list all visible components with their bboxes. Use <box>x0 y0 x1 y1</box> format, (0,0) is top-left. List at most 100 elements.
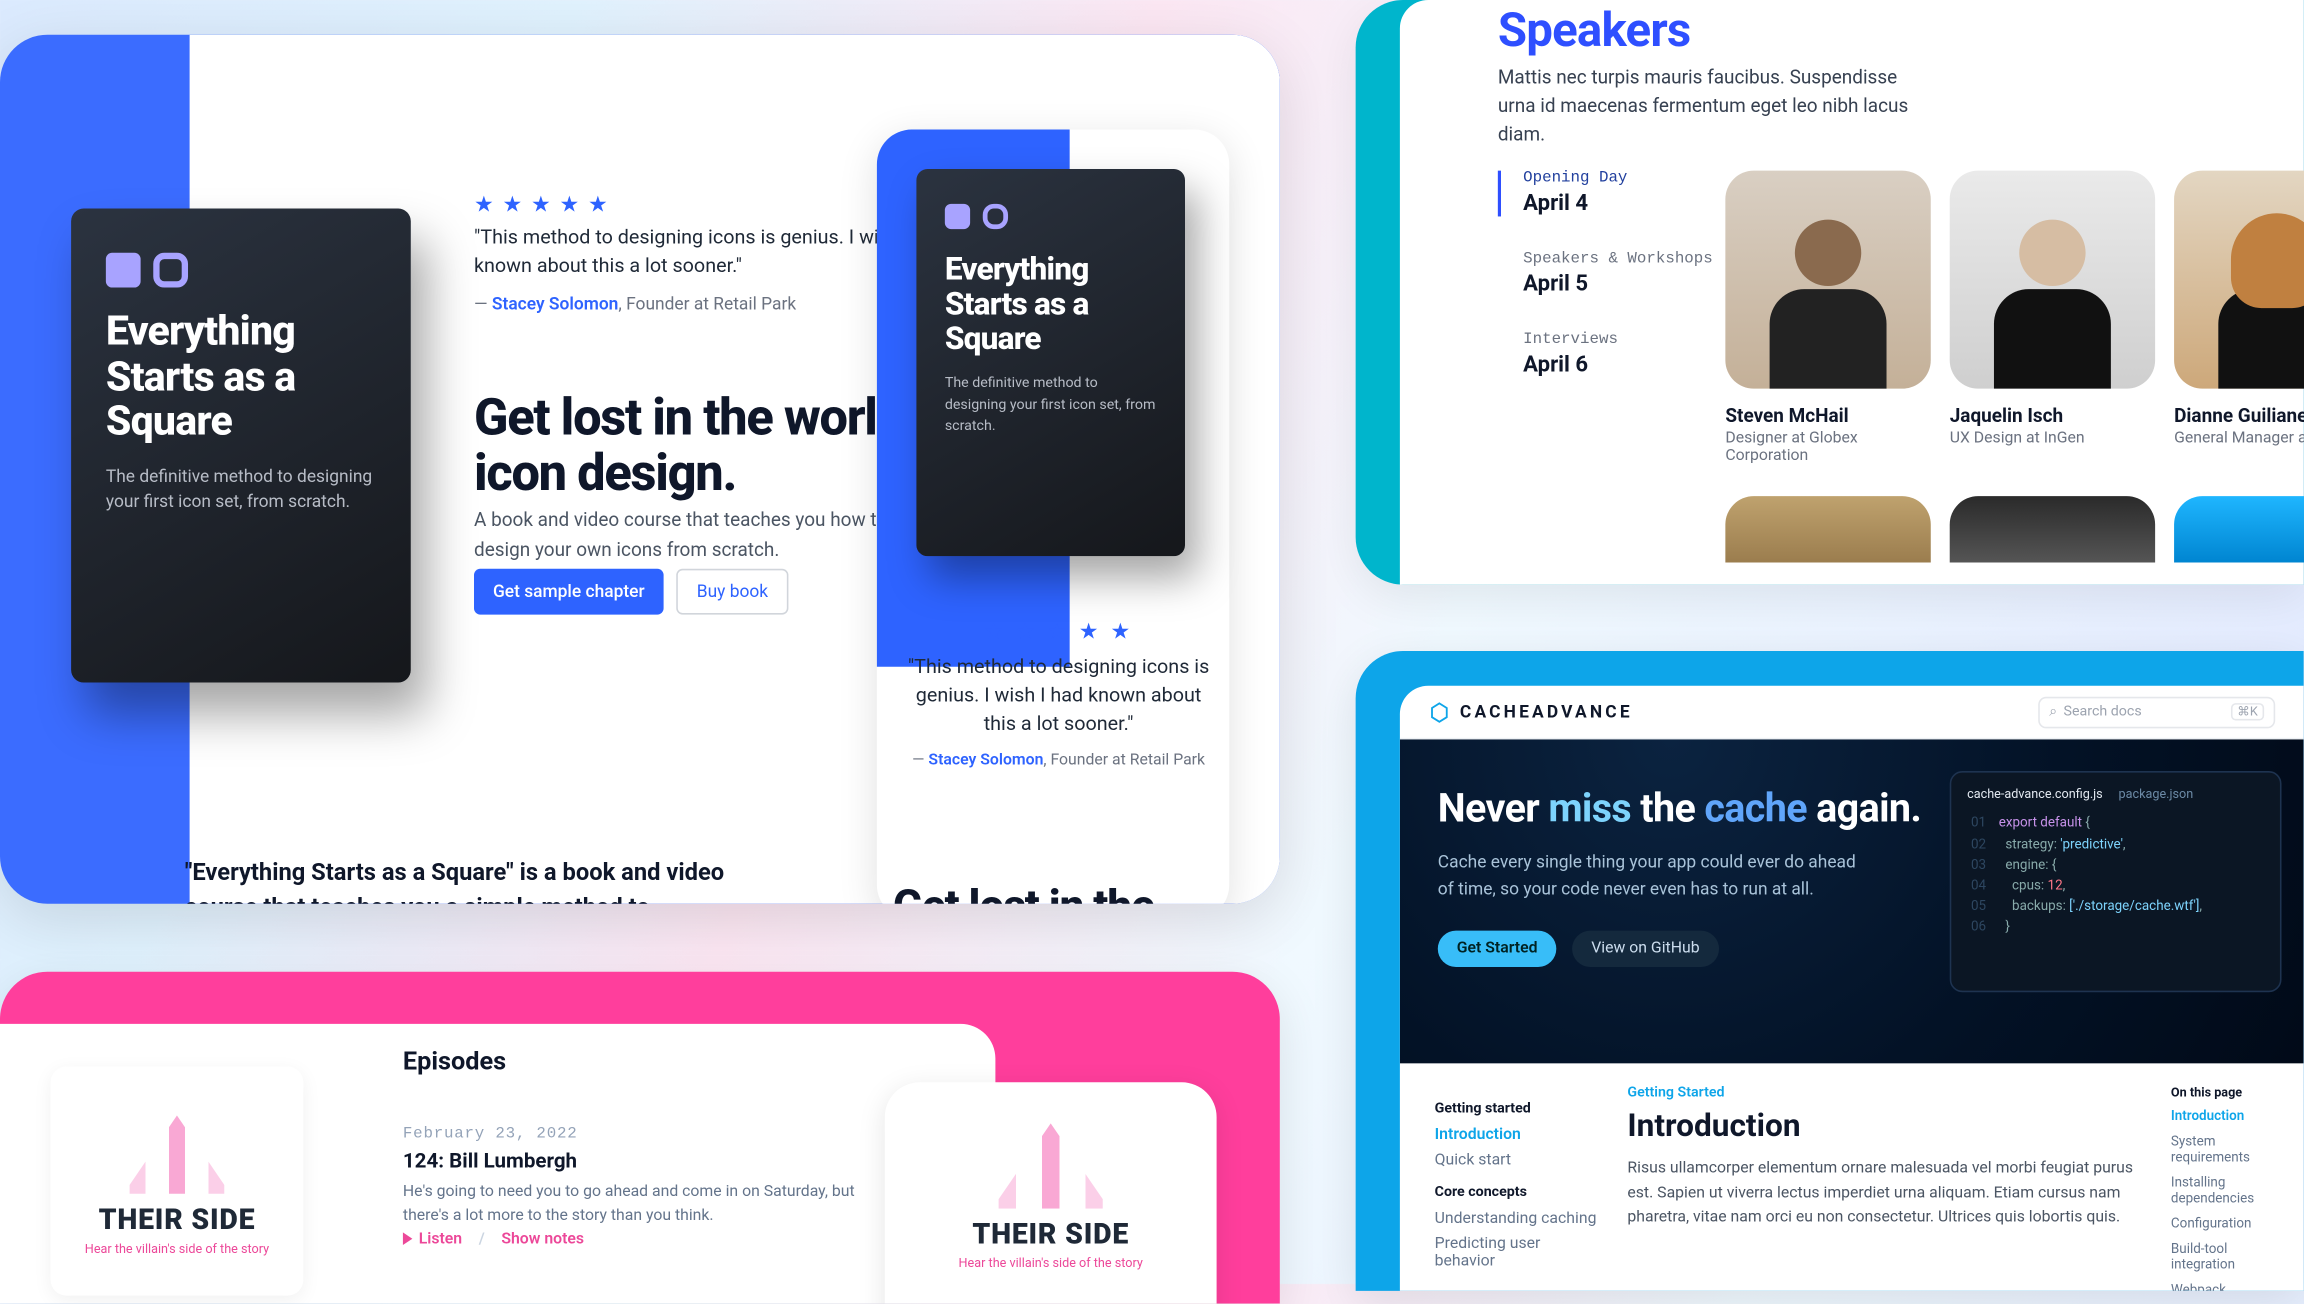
podcast-graphic-icon <box>98 1107 256 1194</box>
podcast-brand: THEIR SIDE <box>99 1203 256 1236</box>
book-title: Everything Starts as a Square <box>945 251 1157 355</box>
search-input[interactable]: ⌕ Search docs ⌘K <box>2038 696 2275 728</box>
docs-body: Getting started Introduction Quick start… <box>1400 1063 2304 1291</box>
episodes-heading: Episodes <box>403 1046 506 1076</box>
star-icon: ★ <box>1110 619 1133 644</box>
speaker-role: Designer at Globex Corporation <box>1725 430 1930 465</box>
episode-actions: Listen / Show notes <box>403 1231 584 1248</box>
sidebar-item-quickstart[interactable]: Quick start <box>1435 1152 1602 1169</box>
tab-date: April 4 <box>1523 191 1713 216</box>
page-body: Risus ullamcorper elementum ornare males… <box>1627 1157 2145 1230</box>
rounded-square-icon <box>153 253 188 288</box>
book-cover-icons <box>106 253 376 288</box>
author-role: , Founder at Retail Park <box>1043 753 1205 770</box>
podcast-mobile-mockup: THEIR SIDE Hear the villain's side of th… <box>885 1082 1217 1303</box>
square-filled-icon <box>945 204 970 229</box>
speakers-heading: Speakers <box>1498 3 1691 58</box>
testimonial-author: — Stacey Solomon, Founder at Retail Park <box>901 753 1217 770</box>
speaker-role: General Manager at Initech <box>2174 430 2304 447</box>
speaker-card[interactable] <box>2174 496 2304 562</box>
episode-title: 124: Bill Lumbergh <box>403 1150 577 1174</box>
docs-hero: Never miss the cache again. Cache every … <box>1400 739 2304 1063</box>
episode-description: He's going to need you to go ahead and c… <box>403 1180 901 1227</box>
speaker-card[interactable]: Dianne Guilianelli General Manager at In… <box>2174 171 2304 465</box>
podcast-card: THEIR SIDE Hear the villain's side of th… <box>0 972 1280 1304</box>
star-icon: ★ <box>984 619 1007 644</box>
podcast-artwork: THEIR SIDE Hear the villain's side of th… <box>51 1067 304 1296</box>
author-name: Stacey Solomon <box>928 753 1043 770</box>
speaker-photo <box>2174 496 2304 562</box>
speaker-photo <box>1725 496 1930 562</box>
speaker-card[interactable]: Jaquelin Isch UX Design at InGen <box>1950 171 2155 465</box>
speaker-photo <box>1950 496 2155 562</box>
star-icon: ★ <box>1015 619 1038 644</box>
speaker-card[interactable]: Steven McHail Designer at Globex Corpora… <box>1725 171 1930 465</box>
speaker-name: Steven McHail <box>1725 404 1930 426</box>
tab-opening-day[interactable]: Opening Day April 4 <box>1498 171 1713 217</box>
mobile-headline: Get lost in the <box>893 880 1154 904</box>
otp-item[interactable]: Build-tool integration <box>2171 1242 2291 1274</box>
docs-main: Getting Started Introduction Risus ullam… <box>1602 1063 2171 1291</box>
tab-label: Opening Day <box>1523 171 1713 188</box>
speaker-name: Jaquelin Isch <box>1950 404 2155 426</box>
book-subtitle: The definitive method to designing your … <box>945 374 1157 438</box>
mobile-testimonial: ★ ★ ★ ★ ★ "This method to designing icon… <box>901 619 1217 770</box>
book-subtitle: The definitive method to designing your … <box>106 464 376 516</box>
otp-item[interactable]: Introduction <box>2171 1109 2291 1125</box>
tab-label: Speakers & Workshops <box>1523 251 1713 268</box>
breadcrumb: Getting Started <box>1627 1085 2145 1101</box>
star-rating: ★ ★ ★ ★ ★ <box>901 619 1217 644</box>
podcast-brand: THEIR SIDE <box>972 1218 1129 1251</box>
card-surface: CACHEADVANCE ⌕ Search docs ⌘K Never miss… <box>1400 686 2304 1291</box>
book-cover-small: Everything Starts as a Square The defini… <box>916 169 1185 556</box>
sidebar-heading: Core concepts <box>1435 1185 1602 1201</box>
code-tab[interactable]: package.json <box>2119 785 2194 805</box>
sample-chapter-button[interactable]: Get sample chapter <box>474 569 664 615</box>
tab-workshops[interactable]: Speakers & Workshops April 5 <box>1498 251 1713 297</box>
testimonial-quote: "This method to designing icons is geniu… <box>901 654 1217 740</box>
author-name: Stacey Solomon <box>492 294 618 315</box>
otp-item[interactable]: Webpack <box>2171 1283 2291 1291</box>
episode-date: February 23, 2022 <box>403 1127 578 1144</box>
view-github-button[interactable]: View on GitHub <box>1572 931 1718 967</box>
sidebar-item-predicting[interactable]: Predicting user behavior <box>1435 1236 1602 1271</box>
podcast-graphic-icon <box>964 1114 1138 1209</box>
listen-link[interactable]: Listen <box>419 1231 462 1248</box>
rounded-square-icon <box>983 204 1008 229</box>
page-title: Introduction <box>1627 1106 2145 1144</box>
speaker-card[interactable] <box>1950 496 2155 562</box>
show-notes-link[interactable]: Show notes <box>501 1231 584 1248</box>
play-icon <box>403 1232 412 1245</box>
star-icon: ★ <box>503 193 524 218</box>
podcast-tagline: Hear the villain's side of the story <box>959 1256 1143 1270</box>
sidebar-item-introduction[interactable]: Introduction <box>1435 1127 1602 1144</box>
speaker-photo <box>2174 171 2304 389</box>
hero-subtext: Cache every single thing your app could … <box>1438 848 1865 902</box>
search-placeholder: Search docs <box>2064 704 2142 720</box>
get-started-button[interactable]: Get Started <box>1438 931 1557 967</box>
keyboard-shortcut: ⌘K <box>2231 703 2264 720</box>
search-icon: ⌕ <box>2049 704 2057 720</box>
star-icon: ★ <box>1047 619 1070 644</box>
otp-item[interactable]: Installing dependencies <box>2171 1176 2291 1208</box>
buy-book-button[interactable]: Buy book <box>676 569 788 615</box>
code-tab-active[interactable]: cache-advance.config.js <box>1967 785 2103 805</box>
book-blurb: "Everything Starts as a Square" is a boo… <box>185 856 754 903</box>
otp-item[interactable]: System requirements <box>2171 1134 2291 1166</box>
otp-item[interactable]: Configuration <box>2171 1217 2291 1233</box>
speakers-subtext: Mattis nec turpis mauris faucibus. Suspe… <box>1498 63 1925 148</box>
brand-logo[interactable]: CACHEADVANCE <box>1428 701 1632 723</box>
sidebar-item-caching[interactable]: Understanding caching <box>1435 1210 1602 1227</box>
code-snippet: cache-advance.config.jspackage.json 01ex… <box>1950 771 2282 992</box>
icon-book-card: Everything Starts as a Square The defini… <box>0 35 1280 904</box>
tab-interviews[interactable]: Interviews April 6 <box>1498 332 1713 378</box>
cta-row: Get sample chapter Buy book <box>474 569 789 615</box>
podcast-tagline: Hear the villain's side of the story <box>85 1241 269 1255</box>
docs-card: CACHEADVANCE ⌕ Search docs ⌘K Never miss… <box>1356 651 2304 1291</box>
speaker-role: UX Design at InGen <box>1950 430 2155 447</box>
speaker-grid: Steven McHail Designer at Globex Corpora… <box>1725 171 2304 465</box>
sidebar-heading: Getting started <box>1435 1101 1602 1117</box>
otp-heading: On this page <box>2171 1085 2291 1099</box>
speaker-photo <box>1725 171 1930 389</box>
speaker-card[interactable] <box>1725 496 1930 562</box>
